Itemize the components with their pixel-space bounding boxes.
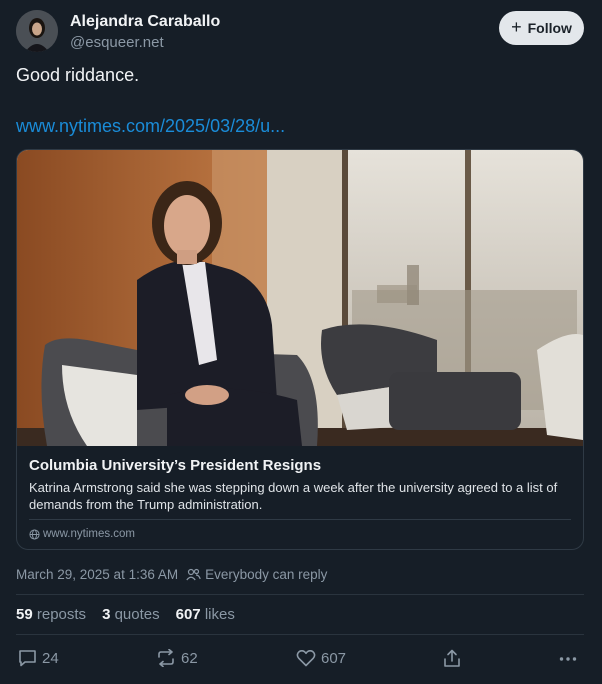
link-card-domain: www.nytimes.com [43, 528, 136, 540]
repost-icon [158, 649, 174, 667]
reply-icon [19, 650, 36, 667]
heart-icon [296, 649, 316, 667]
reply-button[interactable]: 24 [18, 649, 59, 667]
likes-stat[interactable]: 607 likes [176, 606, 235, 623]
link-card-domain-row: www.nytimes.com [29, 528, 135, 540]
like-count: 607 [321, 649, 347, 667]
quotes-stat[interactable]: 3 quotes [102, 606, 160, 623]
author-handle[interactable]: @esqueer.net [70, 34, 164, 51]
link-preview-card[interactable]: Columbia University’s President Resigns … [16, 149, 584, 550]
link-preview-image [17, 150, 583, 446]
author-name[interactable]: Alejandra Caraballo [70, 13, 220, 31]
share-button[interactable] [443, 649, 461, 668]
action-bar: 24 62 607 [16, 649, 584, 671]
more-options-button[interactable] [559, 651, 577, 667]
share-icon [444, 649, 460, 667]
author-avatar[interactable] [16, 10, 58, 52]
repost-button[interactable]: 62 [156, 649, 198, 667]
divider-bottom [16, 634, 584, 635]
divider-top [16, 594, 584, 595]
link-card-title: Columbia University’s President Resigns [29, 457, 322, 474]
globe-icon [29, 528, 40, 540]
engagement-stats: 59 reposts 3 quotes 607 likes [16, 606, 235, 623]
post-meta: March 29, 2025 at 1:36 AM Everybody can … [16, 567, 327, 582]
reply-count: 24 [42, 649, 59, 667]
reply-setting: Everybody can reply [186, 567, 327, 582]
post-link[interactable]: www.nytimes.com/2025/03/28/u... [16, 116, 285, 137]
post-text: Good riddance. [16, 65, 140, 85]
more-icon [559, 657, 577, 661]
repost-count: 62 [181, 649, 198, 667]
follow-button[interactable]: + Follow [499, 11, 584, 45]
reply-setting-label: Everybody can reply [205, 567, 328, 582]
post-timestamp: March 29, 2025 at 1:36 AM [16, 567, 179, 582]
plus-icon: + [511, 17, 522, 37]
like-button[interactable]: 607 [296, 649, 346, 667]
people-icon [186, 568, 201, 581]
link-card-description: Katrina Armstrong said she was stepping … [29, 480, 558, 512]
link-card-divider [29, 519, 571, 520]
follow-label: Follow [527, 20, 572, 36]
reposts-stat[interactable]: 59 reposts [16, 606, 86, 623]
